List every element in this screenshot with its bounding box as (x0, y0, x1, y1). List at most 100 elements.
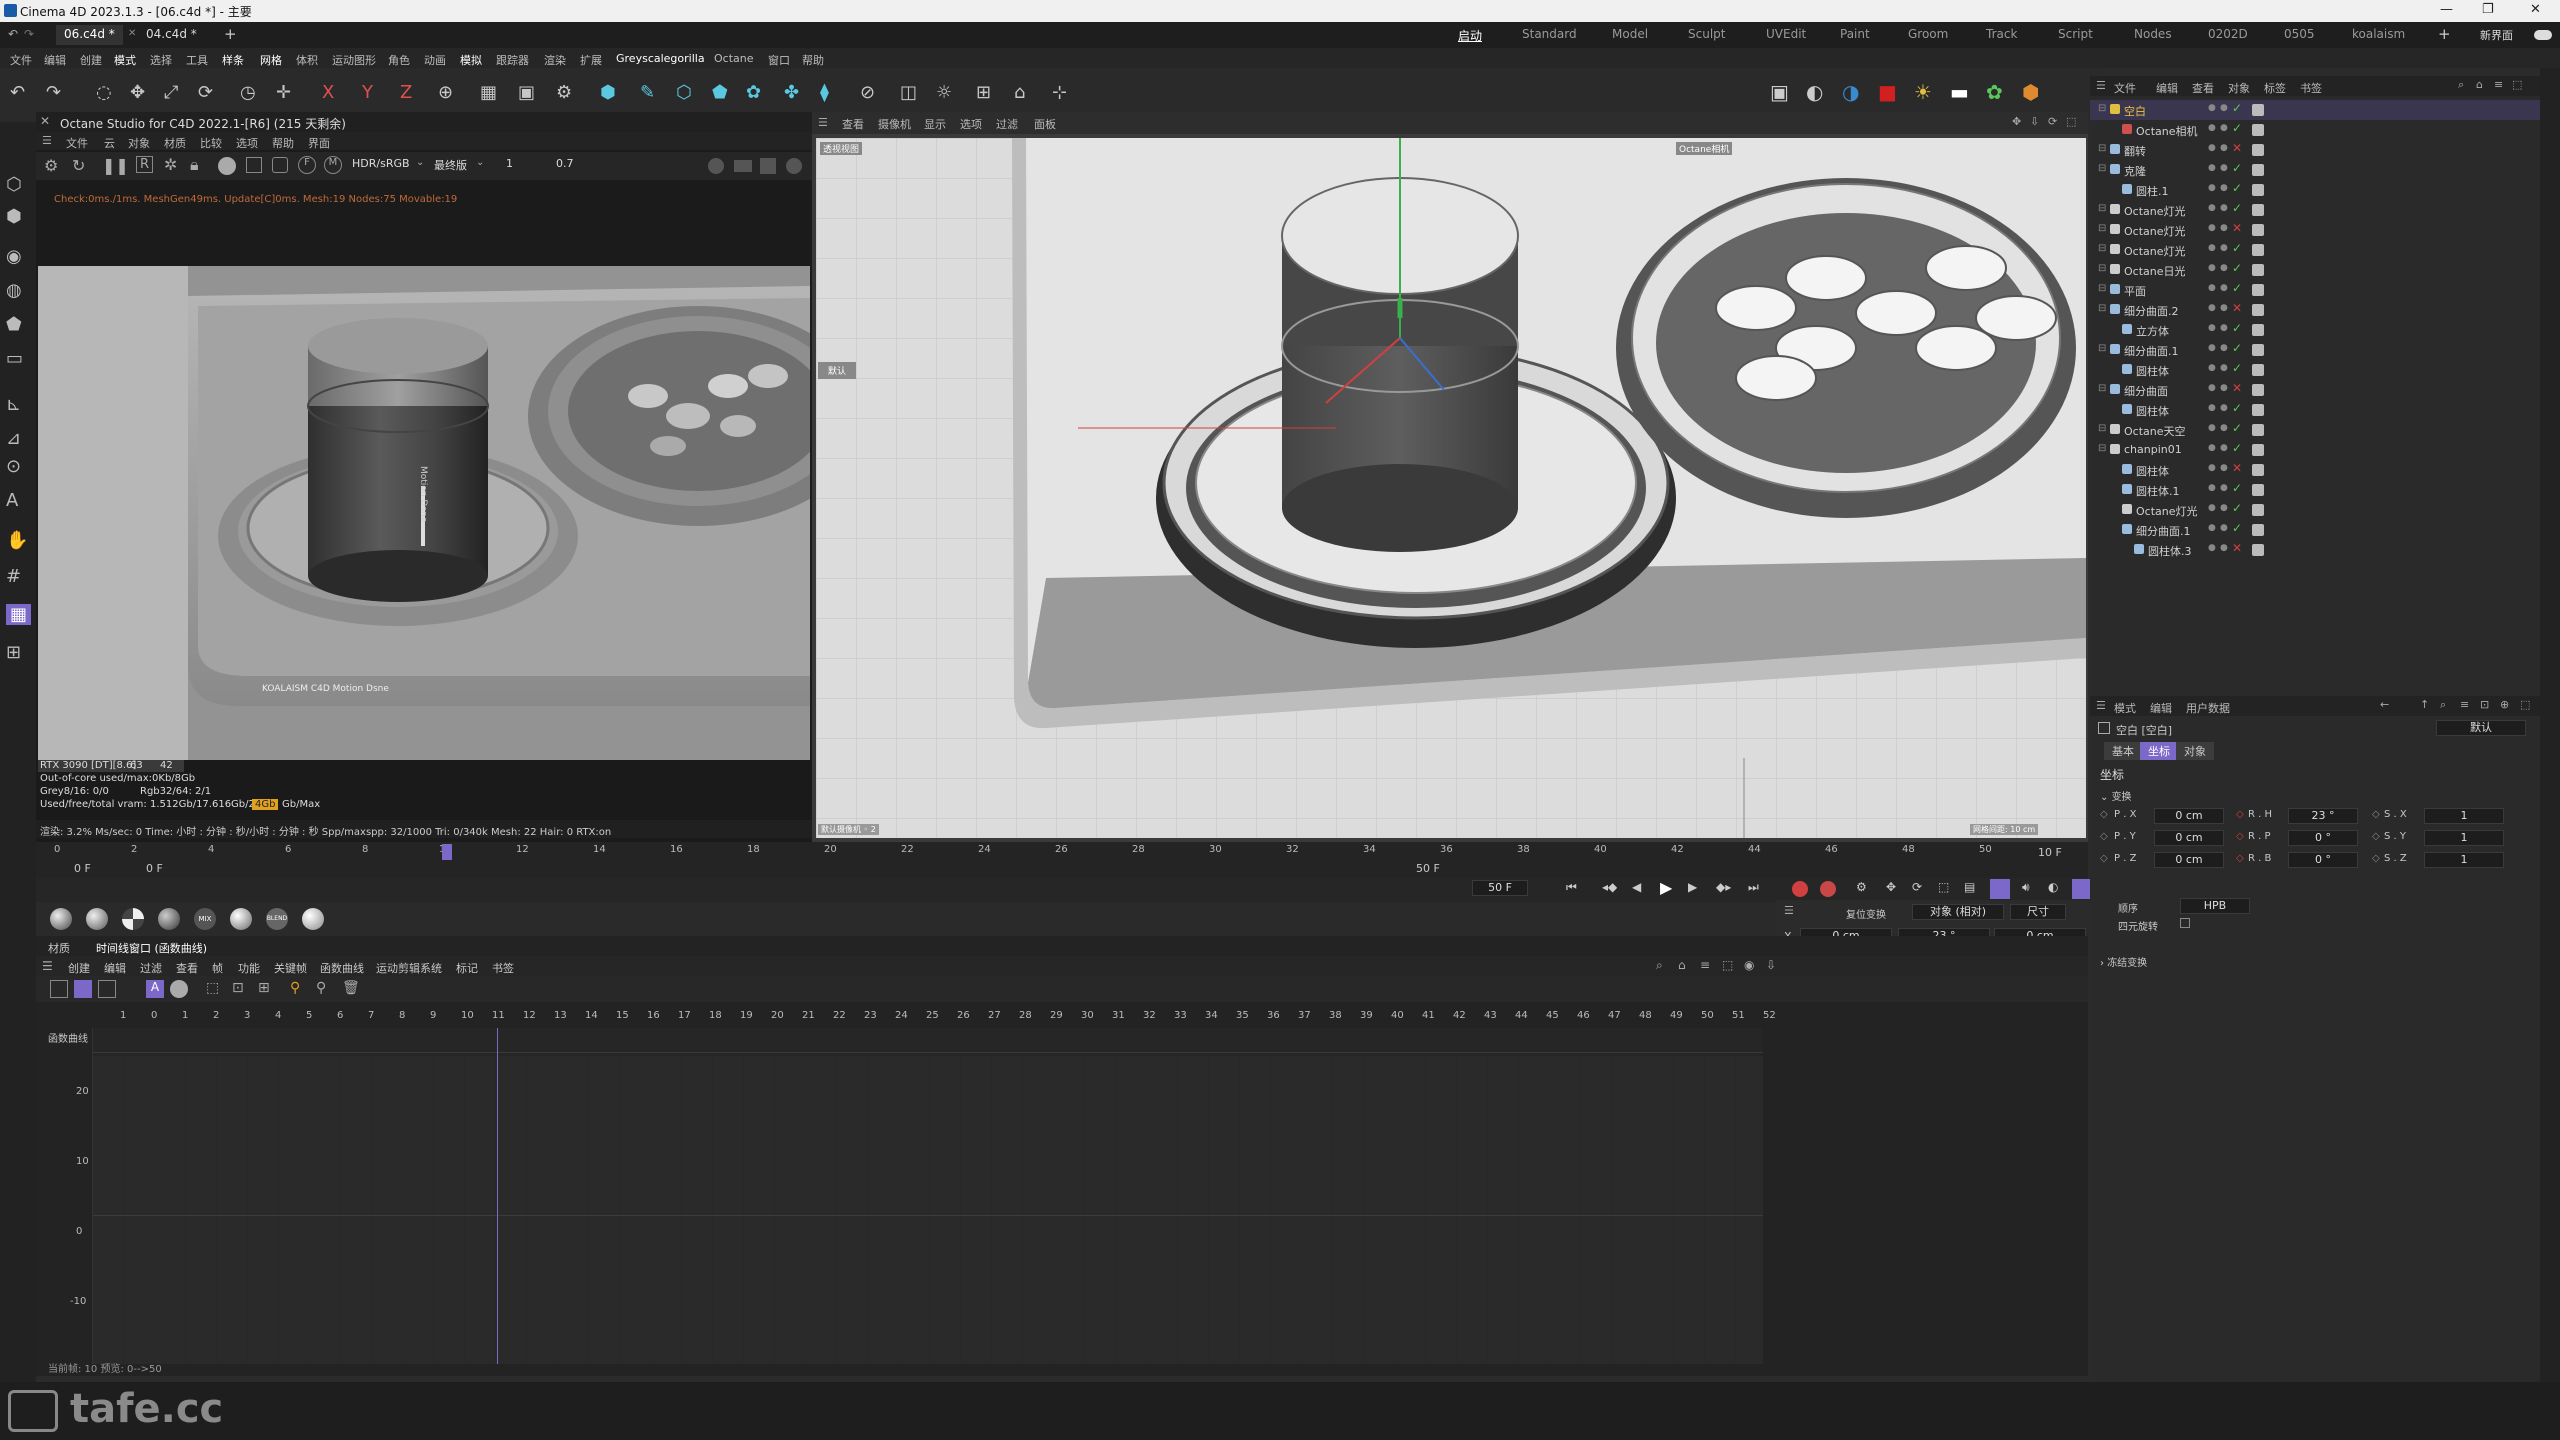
menu-tracker[interactable]: 跟踪器 (496, 52, 529, 68)
hamburger-icon[interactable]: ☰ (2096, 79, 2106, 92)
pin-icon[interactable]: ⇩ (1766, 958, 1776, 972)
object-row[interactable]: ⊟ 翻转 ● ● ✕ (2090, 140, 2540, 160)
tag-icon[interactable] (2252, 184, 2264, 196)
object-row[interactable]: 圆柱体 ● ● ✓ (2090, 400, 2540, 420)
move-icon[interactable]: ✥ (130, 82, 145, 103)
material-ball-icon[interactable] (218, 157, 236, 175)
visibility-render-icon[interactable]: ● (2220, 243, 2228, 253)
vp-menu-camera[interactable]: 摄像机 (878, 116, 911, 132)
rotate-view-icon[interactable]: ⟳ (2048, 115, 2057, 128)
polygons-mode-icon[interactable]: ◉ (6, 246, 22, 267)
fc-menu-frame[interactable]: 帧 (212, 960, 223, 976)
coord-size-select[interactable]: 尺寸 (2010, 904, 2066, 920)
quantize-icon[interactable]: ⊞ (6, 642, 21, 663)
lock-icon[interactable]: ◉ (1744, 958, 1754, 972)
om-menu-view[interactable]: 查看 (2192, 80, 2214, 96)
maximize-view-icon[interactable]: ⬚ (2066, 115, 2076, 128)
text-icon[interactable]: A (6, 490, 18, 511)
tag-icon[interactable] (2252, 344, 2264, 356)
octane-menu-material[interactable]: 材质 (164, 135, 186, 151)
expand-arrow-icon[interactable]: ⊟ (2098, 163, 2106, 174)
object-row[interactable]: 圆柱体.3 ● ● ✕ (2090, 540, 2540, 560)
locked-workplane-icon[interactable]: ⊿ (6, 428, 21, 449)
tag-icon[interactable] (2252, 404, 2264, 416)
dopesheet-icon[interactable] (98, 980, 116, 998)
edges-mode-icon[interactable]: ⬢ (6, 206, 22, 227)
hamburger-icon[interactable]: ☰ (818, 116, 828, 129)
vp-menu-options[interactable]: 选项 (960, 116, 982, 132)
menu-mograph[interactable]: 运动图形 (332, 52, 376, 68)
visibility-render-icon[interactable]: ● (2220, 123, 2228, 133)
visibility-editor-icon[interactable]: ● (2208, 203, 2216, 213)
enable-check-icon[interactable]: ✓ (2232, 261, 2242, 275)
expand-arrow-icon[interactable]: ⊟ (2098, 143, 2106, 154)
object-row[interactable]: Octane相机 ● ● ✓ (2090, 120, 2540, 140)
visibility-render-icon[interactable]: ● (2220, 283, 2228, 293)
attr-preset-select[interactable]: 默认 (2436, 720, 2526, 736)
frame-selected-icon[interactable]: ⊡ (232, 980, 244, 996)
om-menu-file[interactable]: 文件 (2114, 80, 2136, 96)
extrude-icon[interactable]: ⬟ (712, 82, 728, 103)
display-icon[interactable]: ◐ (1806, 80, 1823, 104)
go-to-end-icon[interactable]: ⏭ (1748, 880, 1759, 895)
enable-check-icon[interactable]: ✓ (2232, 401, 2242, 415)
scale-icon[interactable]: ⤢ (164, 82, 178, 103)
expand-arrow-icon[interactable]: ⊟ (2098, 443, 2106, 454)
visibility-editor-icon[interactable]: ● (2208, 543, 2216, 553)
material-mix-icon[interactable]: MIX (194, 908, 216, 930)
keyframe-dot-icon[interactable]: ◇ (2372, 831, 2380, 842)
expand-arrow-icon[interactable]: ⊟ (2098, 383, 2106, 394)
enable-check-icon[interactable]: ✓ (2232, 441, 2242, 455)
filter-icon[interactable]: ≡ (2494, 78, 2503, 91)
render-settings-icon[interactable]: ⚙ (556, 82, 572, 103)
start-frame-field[interactable]: 0 F (146, 862, 163, 875)
hamburger-icon[interactable]: ☰ (42, 959, 53, 973)
visibility-render-icon[interactable]: ● (2220, 503, 2228, 513)
tab-doc-06[interactable]: 06.c4d * (56, 25, 123, 45)
fc-menu-create[interactable]: 创建 (68, 960, 90, 976)
visibility-render-icon[interactable]: ● (2220, 483, 2228, 493)
enable-check-icon[interactable]: ✕ (2232, 541, 2242, 555)
tag-icon[interactable] (2252, 444, 2264, 456)
fcurve-playhead[interactable] (497, 1028, 498, 1364)
rotation-order-select[interactable]: HPB (2180, 898, 2250, 914)
close-button[interactable]: ✕ (2530, 2, 2541, 17)
visibility-render-icon[interactable]: ● (2220, 443, 2228, 453)
record-icon[interactable] (1792, 881, 1808, 897)
new-tab-icon[interactable]: + (224, 25, 237, 43)
visibility-render-icon[interactable]: ● (2220, 223, 2228, 233)
layout-tab-track[interactable]: Track (1986, 27, 2017, 41)
key-rotate-icon[interactable]: ⟳ (1912, 880, 1922, 894)
field-icon[interactable]: ⧫ (820, 82, 829, 103)
transform-group-toggle[interactable]: ⌄ 变换 (2100, 788, 2132, 803)
keyframe-dot-icon[interactable]: ◇ (2236, 853, 2244, 864)
play-icon[interactable]: ▶ (1660, 878, 1672, 897)
menu-extensions[interactable]: 扩展 (580, 52, 602, 68)
fc-menu-fcurve[interactable]: 函数曲线 (320, 960, 364, 976)
om-menu-tags[interactable]: 标签 (2264, 80, 2286, 96)
visibility-editor-icon[interactable]: ● (2208, 123, 2216, 133)
visibility-editor-icon[interactable]: ● (2208, 103, 2216, 113)
visibility-render-icon[interactable]: ● (2220, 303, 2228, 313)
attr-menu-userdata[interactable]: 用户数据 (2186, 700, 2230, 716)
freeze-group-toggle[interactable]: › 冻结变换 (2100, 954, 2147, 969)
sound-icon[interactable]: 🔊︎ (2022, 880, 2030, 895)
key-pla-icon[interactable] (1990, 879, 2010, 899)
layout-tab-standard[interactable]: Standard (1522, 27, 1577, 41)
vp-menu-view[interactable]: 查看 (842, 116, 864, 132)
home-icon[interactable]: ⌂ (1678, 958, 1686, 972)
hamburger-icon[interactable]: ☰ (1784, 904, 1794, 917)
visibility-render-icon[interactable]: ● (2220, 203, 2228, 213)
points-mode-icon[interactable]: ⬡ (6, 174, 22, 195)
menu-window[interactable]: 窗口 (768, 52, 790, 68)
expand-arrow-icon[interactable]: ⊟ (2098, 203, 2106, 214)
expand-arrow-icon[interactable]: ⊟ (2098, 343, 2106, 354)
gear-icon[interactable]: ✲ (164, 155, 177, 174)
circle-icon[interactable] (786, 158, 802, 174)
pause-icon[interactable]: ❚❚ (102, 156, 129, 175)
current-frame-field[interactable]: 0 F (74, 862, 91, 875)
texture-mode-icon[interactable]: ▭ (6, 348, 23, 369)
keyframe-dot-icon[interactable]: ◇ (2236, 809, 2244, 820)
model-mode-icon[interactable]: ⬟ (6, 314, 22, 335)
timeline-ruler[interactable]: 0246810121416182022242628303234363840424… (36, 842, 2088, 878)
